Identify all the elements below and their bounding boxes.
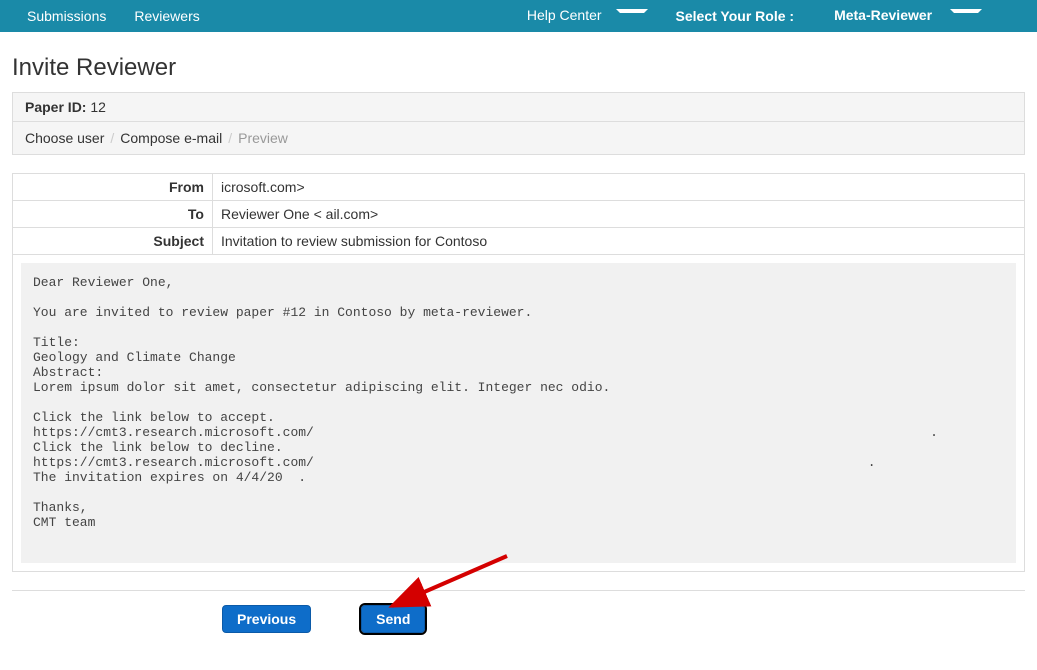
role-label: Select Your Role : bbox=[664, 2, 807, 30]
from-value: icrosoft.com> bbox=[213, 174, 1025, 201]
navbar: Submissions Reviewers Help Center Select… bbox=[0, 0, 1037, 32]
field-row-from: From icrosoft.com> bbox=[13, 174, 1025, 201]
breadcrumb-preview: Preview bbox=[238, 130, 288, 146]
send-button[interactable]: Send bbox=[361, 605, 425, 633]
subject-label: Subject bbox=[13, 228, 213, 255]
paper-id-bar: Paper ID: 12 bbox=[12, 92, 1025, 122]
from-label: From bbox=[13, 174, 213, 201]
role-selector[interactable]: Meta-Reviewer bbox=[810, 1, 994, 30]
nav-submissions[interactable]: Submissions bbox=[15, 2, 118, 30]
chevron-down-icon bbox=[950, 9, 982, 25]
nav-help-center[interactable]: Help Center bbox=[503, 1, 660, 30]
breadcrumb-compose-email[interactable]: Compose e-mail bbox=[120, 130, 222, 146]
navbar-right: Help Center Select Your Role : Meta-Revi… bbox=[503, 1, 1022, 30]
to-label: To bbox=[13, 201, 213, 228]
nav-reviewers[interactable]: Reviewers bbox=[122, 2, 211, 30]
to-value: Reviewer One < ail.com> bbox=[213, 201, 1025, 228]
button-bar: Previous Send bbox=[12, 590, 1025, 653]
field-row-subject: Subject Invitation to review submission … bbox=[13, 228, 1025, 255]
subject-value: Invitation to review submission for Cont… bbox=[213, 228, 1025, 255]
chevron-down-icon bbox=[616, 9, 648, 25]
paper-id-label: Paper ID: bbox=[25, 99, 86, 115]
breadcrumb-sep: / bbox=[104, 130, 120, 146]
field-row-to: To Reviewer One < ail.com> bbox=[13, 201, 1025, 228]
paper-id-value: 12 bbox=[90, 99, 106, 115]
role-selector-value: Meta-Reviewer bbox=[822, 1, 944, 29]
breadcrumb: Choose user / Compose e-mail / Preview bbox=[12, 122, 1025, 155]
breadcrumb-choose-user[interactable]: Choose user bbox=[25, 130, 104, 146]
previous-button[interactable]: Previous bbox=[222, 605, 311, 633]
email-body-container: Dear Reviewer One, You are invited to re… bbox=[12, 255, 1025, 572]
user-menu[interactable] bbox=[998, 10, 1022, 22]
email-body-preview: Dear Reviewer One, You are invited to re… bbox=[21, 263, 1016, 563]
breadcrumb-sep: / bbox=[222, 130, 238, 146]
nav-help-center-label: Help Center bbox=[515, 1, 614, 29]
email-fields-table: From icrosoft.com> To Reviewer One < ail… bbox=[12, 173, 1025, 255]
page-title: Invite Reviewer bbox=[12, 54, 1025, 82]
page-content: Invite Reviewer Paper ID: 12 Choose user… bbox=[0, 32, 1037, 663]
navbar-left: Submissions Reviewers bbox=[15, 2, 212, 30]
